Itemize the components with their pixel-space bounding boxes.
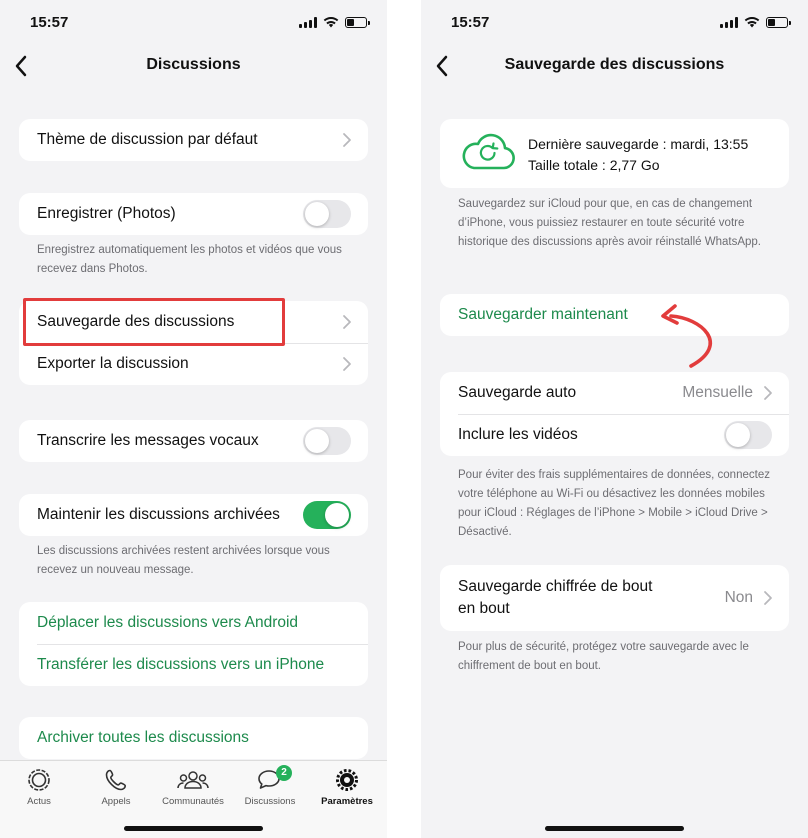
keep-archived-toggle[interactable] [303, 501, 351, 529]
keep-archived-card: Maintenir les discussions archivées [19, 494, 368, 536]
curved-arrow-annotation [661, 304, 713, 368]
total-size-text: Taille totale : 2,77 Go [528, 157, 660, 173]
save-photos-note: Enregistrez automatiquement les photos e… [37, 244, 342, 275]
unread-badge: 2 [276, 765, 292, 781]
status-bar: 15:57 [421, 12, 808, 34]
row-save-photos: Enregistrer (Photos) [19, 193, 368, 235]
row-default-theme[interactable]: Thème de discussion par défaut [19, 119, 368, 161]
home-indicator [545, 826, 684, 831]
wifi-icon [323, 17, 339, 28]
chevron-right-icon [343, 357, 351, 371]
battery-icon [766, 16, 791, 28]
transcribe-card: Transcrire les messages vocaux [19, 420, 368, 462]
cloud-sync-icon [462, 133, 515, 170]
updates-icon [28, 769, 50, 791]
wifi-icon [744, 17, 760, 28]
icloud-note: Sauvegardez sur iCloud pour que, en cas … [458, 198, 761, 248]
communities-icon [177, 771, 209, 789]
battery-icon [345, 16, 370, 28]
tab-communautes[interactable]: Communautés [158, 767, 228, 807]
tab-parametres[interactable]: Paramètres [312, 767, 382, 807]
row-auto-backup[interactable]: Sauvegarde auto Mensuelle [440, 372, 789, 414]
row-encrypted-backup[interactable]: Sauvegarde chiffrée de bout en bout Non [440, 565, 789, 631]
chevron-right-icon [343, 315, 351, 329]
row-export-chat[interactable]: Exporter la discussion [19, 343, 368, 385]
highlight-box [23, 298, 285, 346]
signal-icon [720, 16, 738, 28]
gear-icon [336, 769, 358, 791]
archive-all-link[interactable]: Archiver toutes les discussions [19, 717, 368, 759]
signal-icon [299, 16, 317, 28]
transcribe-toggle[interactable] [303, 427, 351, 455]
page-title: Discussions [146, 56, 241, 73]
nav-bar: Sauvegarde des discussions [421, 50, 808, 82]
nav-bar: Discussions [0, 50, 387, 82]
chevron-right-icon [764, 386, 772, 400]
row-keep-archived: Maintenir les discussions archivées [19, 494, 368, 536]
tab-discussions[interactable]: 2 Discussions [235, 765, 305, 807]
move-to-android-link[interactable]: Déplacer les discussions vers Android [19, 602, 368, 644]
tab-appels[interactable]: Appels [81, 767, 151, 807]
data-usage-note: Pour éviter des frais supplémentaires de… [458, 469, 770, 538]
last-backup-text: Dernière sauvegarde : mardi, 13:55 [528, 136, 749, 152]
row-include-videos: Inclure les vidéos [440, 414, 789, 456]
save-photos-card: Enregistrer (Photos) [19, 193, 368, 235]
encrypted-backup-value: Non [724, 589, 753, 606]
discussions-settings-screen: 15:57 Discussions Thème de discussion pa… [0, 0, 387, 838]
backup-now-button[interactable]: Sauvegarder maintenant [440, 294, 789, 336]
home-indicator [124, 826, 263, 831]
archive-card: Archiver toutes les discussions [19, 717, 368, 759]
transfer-card: Déplacer les discussions vers Android Tr… [19, 602, 368, 686]
row-transcribe-voice: Transcrire les messages vocaux [19, 420, 368, 462]
phone-icon [105, 769, 126, 791]
encrypted-note: Pour plus de sécurité, protégez votre sa… [458, 641, 749, 672]
page-title: Sauvegarde des discussions [504, 56, 725, 73]
auto-backup-value: Mensuelle [682, 384, 753, 401]
tab-actus[interactable]: Actus [4, 767, 74, 807]
status-bar: 15:57 [0, 12, 387, 34]
backup-info-card: Dernière sauvegarde : mardi, 13:55 Taill… [440, 119, 789, 188]
chevron-right-icon [343, 133, 351, 147]
chevron-right-icon [764, 591, 772, 605]
status-time: 15:57 [451, 14, 490, 31]
auto-backup-card: Sauvegarde auto Mensuelle Inclure les vi… [440, 372, 789, 456]
include-videos-toggle[interactable] [724, 421, 772, 449]
encrypted-backup-card: Sauvegarde chiffrée de bout en bout Non [440, 565, 789, 631]
theme-card: Thème de discussion par défaut [19, 119, 368, 161]
status-time: 15:57 [30, 14, 69, 31]
backup-now-card: Sauvegarder maintenant [440, 294, 789, 336]
save-photos-toggle[interactable] [303, 200, 351, 228]
keep-archived-note: Les discussions archivées restent archiv… [37, 545, 330, 576]
transfer-to-iphone-link[interactable]: Transférer les discussions vers un iPhon… [19, 644, 368, 686]
chat-backup-screen: 15:57 Sauvegarde des discussions Dernièr… [421, 0, 808, 838]
